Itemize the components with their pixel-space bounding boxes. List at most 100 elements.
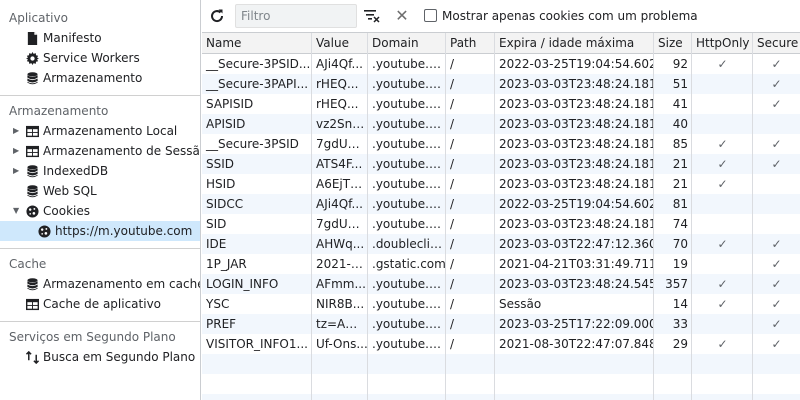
sidebar-item-armazenamento[interactable]: Armazenamento — [0, 68, 200, 88]
only-issues-checkbox[interactable] — [424, 9, 437, 22]
cell-expires: 2021-08-30T22:47:07.848Z — [499, 337, 654, 351]
column-header-expira-idade-m-xima[interactable]: Expira / idade máxima — [495, 33, 654, 53]
filter-input[interactable] — [235, 4, 357, 28]
table-row[interactable]: IDE AHWq... .doubleclic... / 2023-03-03T22:4… — [202, 234, 800, 254]
database-icon — [25, 68, 39, 88]
cell-domain: .youtube.c... — [372, 217, 446, 231]
column-divider[interactable] — [494, 33, 495, 400]
table-row[interactable]: VISITOR_INFO1... Uf-Ons... .youtube.c... / 2… — [202, 334, 800, 354]
sidebar-item-armazenamento-local[interactable]: ▶ Armazenamento Local — [0, 121, 200, 141]
column-header-domain[interactable]: Domain — [368, 33, 446, 53]
cell-size: 14 — [672, 297, 688, 311]
sidebar-item-cookies[interactable]: ▼ Cookies — [0, 201, 200, 221]
table-row[interactable]: APISID vz2Snv... .youtube.c... / 2023-03-03T… — [202, 114, 800, 134]
sidebar-item-armazenamento-de-sess-o[interactable]: ▶ Armazenamento de Sessão — [0, 141, 200, 161]
triangle-right-icon[interactable]: ▶ — [13, 121, 21, 141]
sidebar-item-cache-de-aplicativo[interactable]: Cache de aplicativo — [0, 294, 200, 314]
cell-httponly: ✓ — [717, 237, 728, 251]
cell-name: SID — [206, 217, 227, 231]
app-items: Manifesto Service Workers Armazenamento — [0, 28, 200, 88]
column-header-secure[interactable]: Secure — [753, 33, 800, 53]
cell-name: __Secure-3PSID — [206, 137, 299, 151]
table-row[interactable]: __Secure-3PAPI... rHEQ... .youtube.c... / 20… — [202, 74, 800, 94]
column-header-path[interactable]: Path — [446, 33, 495, 53]
table-row[interactable]: __Secure-3PSID 7gdUQ... .youtube.c... / 2023… — [202, 134, 800, 154]
cell-value: vz2Snv... — [316, 117, 368, 131]
cell-path: / — [450, 337, 455, 351]
cell-path: / — [450, 237, 455, 251]
cell-value: AFmm... — [316, 277, 366, 291]
cell-httponly: ✓ — [717, 57, 728, 71]
cell-path: / — [450, 277, 455, 291]
cell-expires: Sessão — [499, 297, 542, 311]
sidebar-item-busca-em-segundo-plano[interactable]: Busca em Segundo Plano — [0, 347, 200, 367]
clear-filtered-icon[interactable] — [363, 8, 381, 24]
sidebar-item-https-m-youtube-com[interactable]: https://m.youtube.com — [0, 221, 200, 241]
cell-name: VISITOR_INFO1... — [206, 337, 308, 351]
column-header-value[interactable]: Value — [312, 33, 368, 53]
triangle-right-icon[interactable]: ▶ — [13, 141, 21, 161]
cell-expires: 2023-03-03T23:48:24.181Z — [499, 77, 654, 91]
cell-name: SSID — [206, 157, 235, 171]
column-header-name[interactable]: Name — [202, 33, 312, 53]
sidebar-item-armazenamento-em-cache[interactable]: Armazenamento em cache — [0, 274, 200, 294]
table-row[interactable]: PREF tz=Am... .youtube.c... / 2023-03-25T17:… — [202, 314, 800, 334]
table-row[interactable]: 1P_JAR 2021-0... .gstatic.com / 2021-04-21T0… — [202, 254, 800, 274]
sidebar-item-web-sql[interactable]: Web SQL — [0, 181, 200, 201]
cell-secure: ✓ — [771, 77, 782, 91]
cell-domain: .youtube.c... — [372, 137, 446, 151]
cell-value: 2021-0... — [316, 257, 368, 271]
cell-path: / — [450, 137, 455, 151]
column-divider[interactable] — [691, 33, 692, 400]
table-row[interactable]: SIDCC AJi4Qf... .youtube.c... / 2022-03-25T1… — [202, 194, 800, 214]
sidebar-item-manifesto[interactable]: Manifesto — [0, 28, 200, 48]
table-row[interactable]: SSID ATS4F... .youtube.c... / 2023-03-03T23:… — [202, 154, 800, 174]
sidebar-item-indexeddb[interactable]: ▶ IndexedDB — [0, 161, 200, 181]
sidebar-item-label: Busca em Segundo Plano — [43, 350, 196, 364]
table-row[interactable]: HSID A6EjTZ... .youtube.c... / 2023-03-03T23… — [202, 174, 800, 194]
column-divider[interactable] — [752, 33, 753, 400]
cell-domain: .gstatic.com — [372, 257, 446, 271]
cell-httponly: ✓ — [717, 177, 728, 191]
cell-secure: ✓ — [771, 237, 782, 251]
column-divider[interactable] — [367, 33, 368, 400]
column-header-size[interactable]: Size — [654, 33, 692, 53]
refresh-icon[interactable] — [208, 7, 226, 25]
section-divider — [0, 321, 200, 322]
cell-expires: 2023-03-03T23:48:24.181Z — [499, 137, 654, 151]
cell-expires: 2023-03-03T22:47:12.360Z — [499, 237, 654, 251]
triangle-down-icon[interactable]: ▼ — [13, 201, 21, 221]
cell-domain: .youtube.c... — [372, 197, 446, 211]
column-divider[interactable] — [311, 33, 312, 400]
table-row[interactable]: LOGIN_INFO AFmm... .youtube.c... / 2023-03-0… — [202, 274, 800, 294]
cell-name: __Secure-3PSID... — [206, 57, 311, 71]
cell-path: / — [450, 317, 455, 331]
only-issues-label[interactable]: Mostrar apenas cookies com um problema — [442, 9, 698, 23]
sidebar-item-service-workers[interactable]: Service Workers — [0, 48, 200, 68]
column-header-httponly[interactable]: HttpOnly — [692, 33, 753, 53]
cell-expires: 2023-03-03T23:48:24.181Z — [499, 177, 654, 191]
cell-path: / — [450, 77, 455, 91]
cell-domain: .youtube.c... — [372, 277, 446, 291]
cell-httponly: ✓ — [717, 157, 728, 171]
column-divider[interactable] — [445, 33, 446, 400]
table-row[interactable]: SAPISID rHEQ... .youtube.c... / 2023-03-03T2… — [202, 94, 800, 114]
cell-domain: .youtube.c... — [372, 117, 446, 131]
cell-httponly — [692, 94, 753, 114]
cell-domain: .youtube.c... — [372, 97, 446, 111]
cell-size: 41 — [672, 97, 688, 111]
cell-path: / — [450, 57, 455, 71]
cell-name: SAPISID — [206, 97, 254, 111]
table-row[interactable]: __Secure-3PSID... AJi4Qf... .youtube.c... /… — [202, 54, 800, 74]
cell-name: PREF — [206, 317, 237, 331]
clear-all-icon[interactable]: ✕ — [395, 7, 409, 25]
column-divider[interactable] — [653, 33, 654, 400]
triangle-right-icon[interactable]: ▶ — [13, 161, 21, 181]
cell-size: 70 — [672, 237, 688, 251]
cell-value: Uf-Ons... — [316, 337, 368, 351]
grid-icon — [25, 141, 39, 161]
cell-size: 81 — [672, 197, 688, 211]
cell-httponly — [692, 254, 753, 274]
table-row[interactable]: YSC NIR8B... .youtube.c... / Sessão 14 ✓ ✓ — [202, 294, 800, 314]
table-row[interactable]: SID 7gdUQ... .youtube.c... / 2023-03-03T23:4… — [202, 214, 800, 234]
